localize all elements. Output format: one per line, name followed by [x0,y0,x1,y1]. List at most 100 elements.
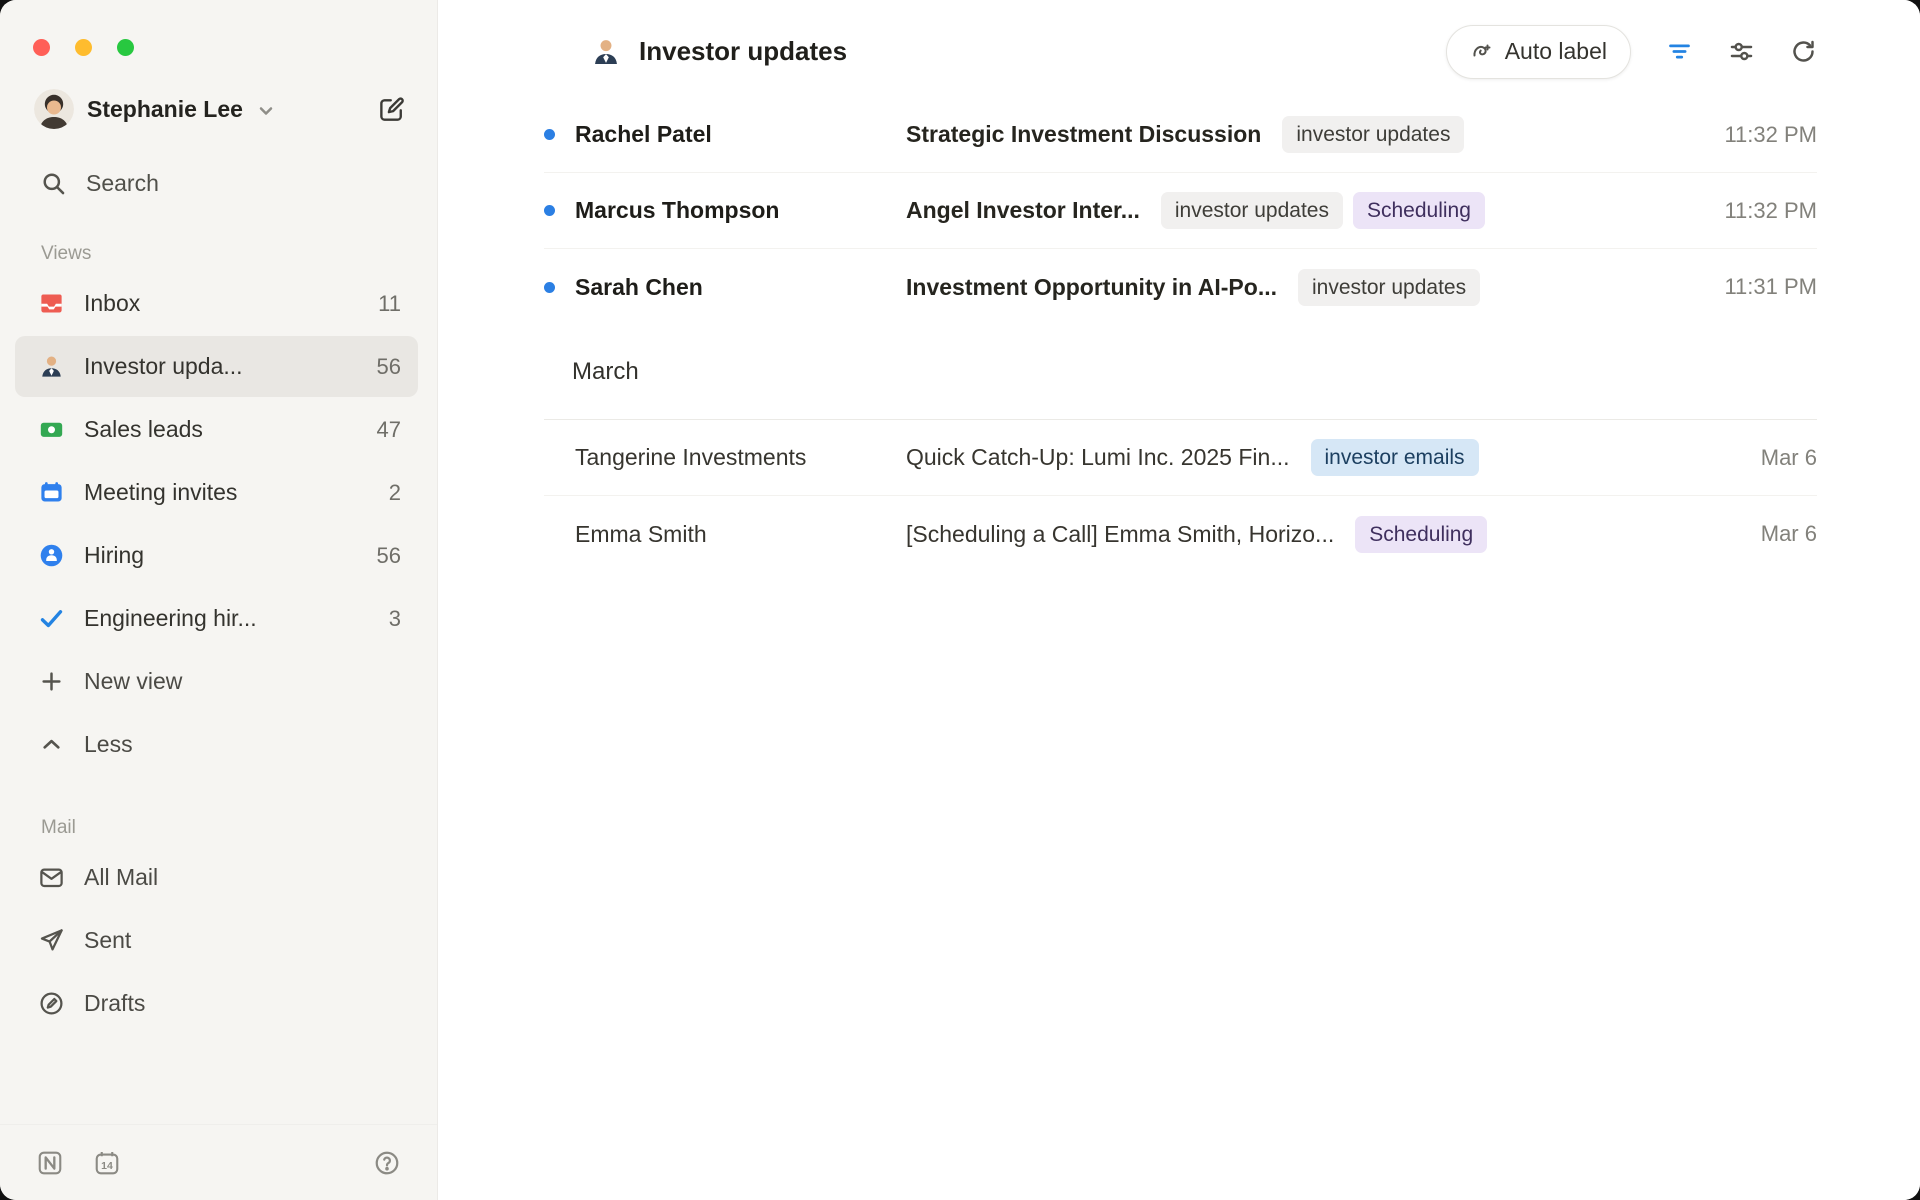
sidebar-item-meeting-invites[interactable]: Meeting invites 2 [15,462,418,523]
email-subject: [Scheduling a Call] Emma Smith, Horizo..… [906,521,1334,548]
sidebar-item-engineering-hiring[interactable]: Engineering hir... 3 [15,588,418,649]
sidebar-item-inbox[interactable]: Inbox 11 [15,273,418,334]
auto-label-button[interactable]: Auto label [1446,25,1631,79]
minimize-button[interactable] [75,39,92,56]
investor-suit-icon [590,36,622,68]
new-view-button[interactable]: New view [15,651,418,712]
notion-logo-icon[interactable] [36,1149,64,1177]
calendar-14-icon[interactable]: 14 [93,1149,121,1177]
sidebar-item-hiring[interactable]: Hiring 56 [15,525,418,586]
envelope-icon [38,864,65,891]
email-sender: Emma Smith [575,521,906,548]
email-sender: Tangerine Investments [575,444,906,471]
sidebar-item-label: Investor upda... [84,353,358,380]
search-button[interactable]: Search [40,161,407,205]
chevron-up-icon [38,731,65,758]
svg-text:14: 14 [101,1159,113,1171]
zoom-button[interactable] [117,39,134,56]
help-icon[interactable] [373,1149,401,1177]
sidebar-footer: 14 [0,1124,437,1200]
unread-dot [544,205,555,216]
email-time: Mar 6 [1761,445,1817,471]
email-tags: Scheduling [1355,516,1487,553]
sidebar-item-label: Sent [84,927,401,954]
checkmark-icon [38,605,65,632]
views-section-title: Views [41,243,437,265]
email-time: Mar 6 [1761,521,1817,547]
email-subject: Strategic Investment Discussion [906,121,1261,148]
page-title: Investor updates [639,36,847,67]
sidebar-item-count: 47 [377,417,401,443]
sidebar-item-count: 2 [389,480,401,506]
inbox-icon [38,290,65,317]
unread-dot [544,282,555,293]
unread-indicator [544,205,575,216]
auto-label-label: Auto label [1505,38,1607,65]
show-less-label: Less [84,731,401,758]
month-section-label: March [544,325,1817,420]
search-icon [40,170,67,197]
main-panel: Investor updates Auto label [438,0,1920,1200]
filter-icon[interactable] [1666,38,1693,65]
email-subject: Quick Catch-Up: Lumi Inc. 2025 Fin... [906,444,1290,471]
email-tag[interactable]: Scheduling [1353,192,1485,229]
email-time: 11:31 PM [1724,274,1817,300]
window-controls [0,0,437,56]
mail-section-title: Mail [41,817,437,839]
sidebar-item-drafts[interactable]: Drafts [15,973,418,1034]
email-tags: investor updates [1282,116,1464,153]
auto-label-icon [1470,40,1494,64]
sidebar-item-sales-leads[interactable]: Sales leads 47 [15,399,418,460]
sidebar-item-label: Sales leads [84,416,358,443]
compose-button[interactable] [377,94,407,124]
sidebar-item-count: 56 [377,354,401,380]
sidebar-item-label: Meeting invites [84,479,370,506]
investor-suit-icon [38,353,65,380]
email-tag[interactable]: Scheduling [1355,516,1487,553]
email-subject: Investment Opportunity in AI-Po... [906,274,1277,301]
avatar [34,89,74,129]
account-switcher[interactable]: Stephanie Lee [34,89,407,129]
sliders-icon[interactable] [1728,38,1755,65]
unread-indicator [544,282,575,293]
email-row[interactable]: Rachel Patel Strategic Investment Discus… [544,97,1817,173]
sidebar-item-label: Hiring [84,542,358,569]
email-tag[interactable]: investor updates [1282,116,1464,153]
email-time: 11:32 PM [1724,122,1817,148]
sidebar-item-investor-updates[interactable]: Investor upda... 56 [15,336,418,397]
sidebar-item-label: Drafts [84,990,401,1017]
unread-dot [544,129,555,140]
email-row[interactable]: Tangerine Investments Quick Catch-Up: Lu… [544,420,1817,496]
email-row[interactable]: Sarah Chen Investment Opportunity in AI-… [544,249,1817,325]
sidebar-item-all-mail[interactable]: All Mail [15,847,418,908]
close-button[interactable] [33,39,50,56]
unread-indicator [544,129,575,140]
person-circle-icon [38,542,65,569]
mail-app-window: Stephanie Lee Search Views [0,0,1920,1200]
sidebar-item-label: Inbox [84,290,359,317]
calendar-icon [38,479,65,506]
new-view-label: New view [84,668,401,695]
email-row[interactable]: Emma Smith [Scheduling a Call] Emma Smit… [544,496,1817,572]
email-sender: Marcus Thompson [575,197,906,224]
email-tag[interactable]: investor updates [1298,269,1480,306]
sidebar-item-count: 11 [378,291,401,317]
header-actions: Auto label [1446,25,1817,79]
chevron-down-icon [256,101,276,121]
show-less-button[interactable]: Less [15,714,418,775]
sidebar: Stephanie Lee Search Views [0,0,438,1200]
email-tag[interactable]: investor updates [1161,192,1343,229]
email-time: 11:32 PM [1724,198,1817,224]
sidebar-item-label: Engineering hir... [84,605,370,632]
user-name: Stephanie Lee [87,96,243,123]
email-list: Rachel Patel Strategic Investment Discus… [438,97,1920,572]
email-tag[interactable]: investor emails [1311,439,1479,476]
search-label: Search [86,170,159,197]
email-tags: investor emails [1311,439,1479,476]
banknote-icon [38,416,65,443]
refresh-icon[interactable] [1790,38,1817,65]
sidebar-item-sent[interactable]: Sent [15,910,418,971]
views-nav: Inbox 11 Investor upda... 56 Sales leads… [0,273,437,777]
email-tags: investor updates [1298,269,1480,306]
email-row[interactable]: Marcus Thompson Angel Investor Inter... … [544,173,1817,249]
